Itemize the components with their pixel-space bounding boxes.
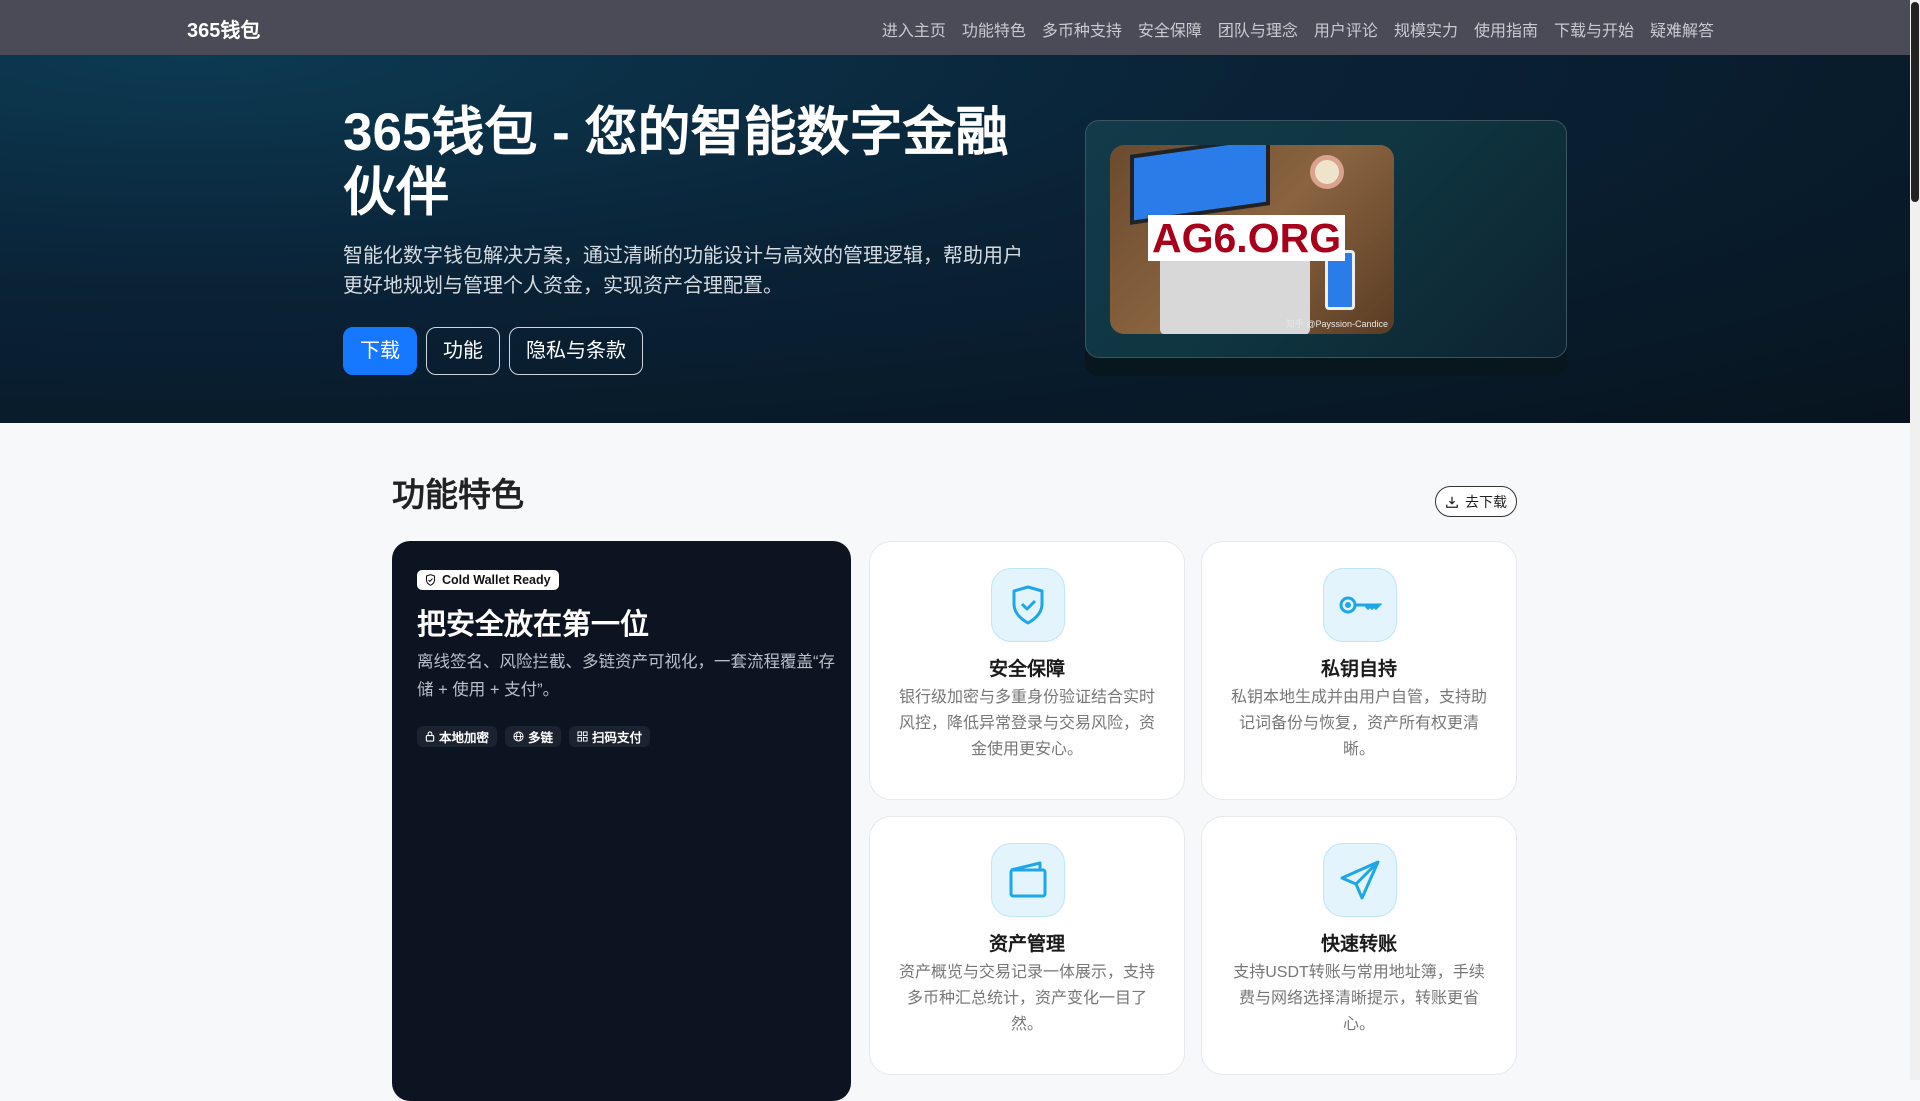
nav-links: 进入主页 功能特色 多币种支持 安全保障 团队与理念 用户评论 规模实力 使用指… [882,17,1714,41]
nav-link-home[interactable]: 进入主页 [882,17,946,41]
download-button[interactable]: 下载 [343,327,417,375]
laptop-screen [1130,145,1270,225]
nav-link-team[interactable]: 团队与理念 [1218,17,1298,41]
privacy-terms-button[interactable]: 隐私与条款 [509,327,643,375]
key-icon [1323,568,1397,642]
feature-desc: 私钥本地生成并由用户自管，支持助记词备份与恢复，资产所有权更清晰。 [1230,689,1487,758]
feature-card-transfer: 快速转账 支持USDT转账与常用地址簿，手续费与网络选择清晰提示，转账更省心。 [1201,816,1517,1075]
nav-link-security[interactable]: 安全保障 [1138,17,1202,41]
nav-link-reviews[interactable]: 用户评论 [1314,17,1378,41]
hero-title: 365钱包 - 您的智能数字金融伙伴 [343,103,1009,222]
feature-title: 资产管理 [988,934,1065,955]
nav-link-multicurrency[interactable]: 多币种支持 [1042,17,1122,41]
chip-label: 扫码支付 [592,731,643,745]
chip-multichain: 多链 [505,726,562,747]
highlight-card: Cold Wallet Ready 把安全放在第一位 离线签名、风险拦截、多链资… [392,541,851,1101]
chip-label: 本地加密 [439,731,490,745]
download-icon [1446,496,1458,508]
hero-image: AG6.ORG 知乎 @Payssion-Candice [1110,145,1394,334]
image-watermark: AG6.ORG [1148,215,1346,261]
image-credit: 知乎 @Payssion-Candice [1285,319,1388,329]
feature-card-assets: 资产管理 资产概览与交易记录一体展示，支持多币种汇总统计，资产变化一目了然。 [869,816,1185,1075]
wallet-icon [991,843,1065,917]
nav-link-scale[interactable]: 规模实力 [1394,17,1458,41]
hero-section: 365钱包 - 您的智能数字金融伙伴 智能化数字钱包解决方案，通过清晰的功能设计… [0,55,1910,423]
nav-link-features[interactable]: 功能特色 [962,17,1026,41]
qr-code-icon [577,731,588,742]
feature-desc: 支持USDT转账与常用地址簿，手续费与网络选择清晰提示，转账更省心。 [1233,964,1485,1033]
cold-wallet-badge: Cold Wallet Ready [417,570,559,590]
go-download-button[interactable]: 去下载 [1435,486,1517,517]
chip-label: 多链 [528,731,554,745]
feature-title: 快速转账 [1320,934,1397,955]
hero-subtitle: 智能化数字钱包解决方案，通过清晰的功能设计与高效的管理逻辑，帮助用户更好地规划与… [343,245,1023,297]
top-nav: 365钱包 进入主页 功能特色 多币种支持 安全保障 团队与理念 用户评论 规模… [0,0,1910,55]
scrollbar[interactable] [1910,0,1920,1080]
highlight-chips: 本地加密 多链 扫码支付 [417,726,651,747]
nav-link-download[interactable]: 下载与开始 [1554,17,1634,41]
send-icon [1323,843,1397,917]
feature-desc: 银行级加密与多重身份验证结合实时风控，降低异常登录与交易风险，资金使用更安心。 [898,689,1155,758]
features-button[interactable]: 功能 [426,327,500,375]
logo[interactable]: 365钱包 [187,14,260,43]
feature-card-security: 安全保障 银行级加密与多重身份验证结合实时风控，降低异常登录与交易风险，资金使用… [869,541,1185,800]
feature-desc: 资产概览与交易记录一体展示，支持多币种汇总统计，资产变化一目了然。 [898,964,1155,1033]
highlight-title: 把安全放在第一位 [417,609,650,641]
shield-check-icon [991,568,1065,642]
lock-icon [425,731,435,742]
go-download-label: 去下载 [1465,493,1507,510]
features-title: 功能特色 [392,476,524,513]
chip-qr-pay: 扫码支付 [569,726,651,747]
coffee-cup [1310,155,1344,189]
nav-link-faq[interactable]: 疑难解答 [1650,17,1714,41]
feature-title: 私钥自持 [1320,659,1397,680]
badge-label: Cold Wallet Ready [442,573,551,587]
highlight-desc: 离线签名、风险拦截、多链资产可视化，一套流程覆盖“存储 + 使用 + 支付”。 [417,653,835,699]
feature-card-private-key: 私钥自持 私钥本地生成并由用户自管，支持助记词备份与恢复，资产所有权更清晰。 [1201,541,1517,800]
globe-icon [513,731,524,742]
scrollbar-thumb[interactable] [1911,2,1919,202]
feature-title: 安全保障 [988,659,1065,680]
hero-buttons: 下载 功能 隐私与条款 [343,327,643,375]
chip-local-encryption: 本地加密 [417,726,498,747]
hero-image-card: AG6.ORG 知乎 @Payssion-Candice [1085,120,1567,358]
shield-icon [425,574,436,586]
nav-link-guide[interactable]: 使用指南 [1474,17,1538,41]
